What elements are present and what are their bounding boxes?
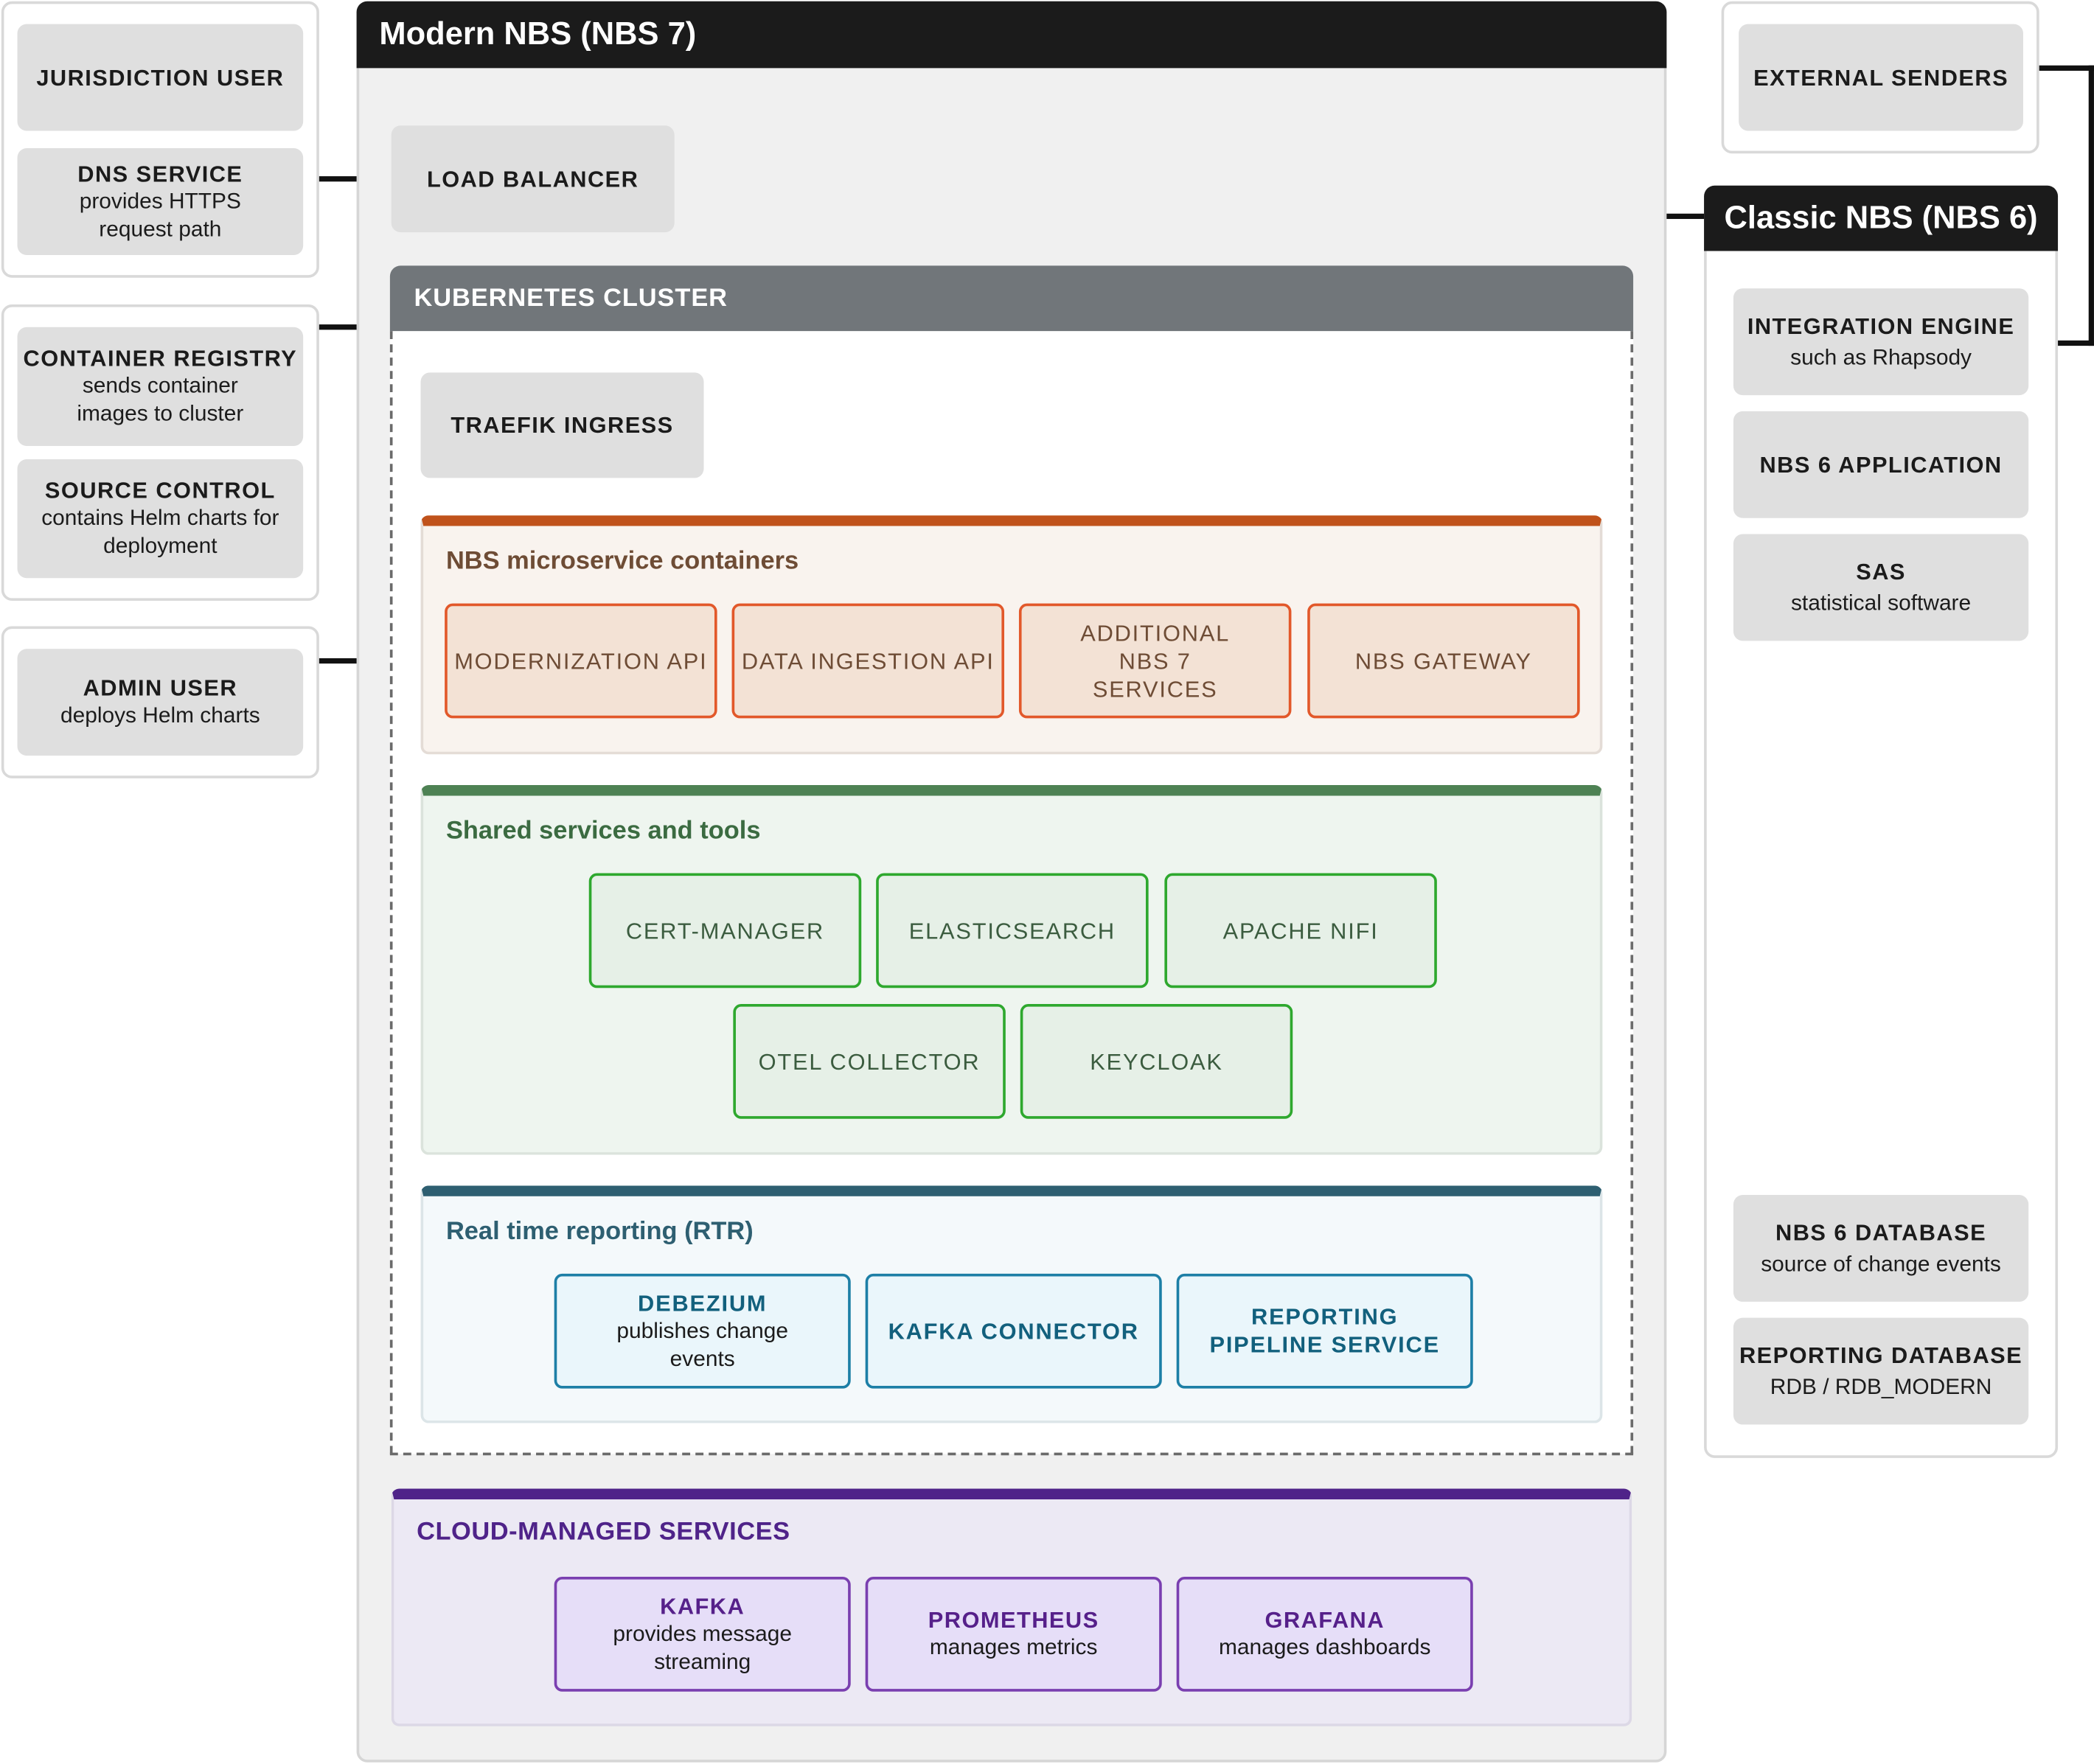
connector-senders-v <box>2088 65 2094 346</box>
prometheus-title: PROMETHEUS <box>928 1607 1099 1634</box>
nbs-gateway-box: NBS GATEWAY <box>1307 603 1580 719</box>
integration-engine-title: INTEGRATION ENGINE <box>1747 313 2015 339</box>
cluster-border-right <box>1630 331 1634 1454</box>
prometheus-desc: manages metrics <box>929 1635 1098 1660</box>
shared-services-section: Shared services and tools CERT-MANAGER E… <box>420 784 1603 1155</box>
nbs-gateway-label: NBS GATEWAY <box>1354 648 1532 674</box>
cert-manager-label: CERT-MANAGER <box>625 918 825 944</box>
kafka-title: KAFKA <box>660 1593 745 1620</box>
sas-box: SAS statistical software <box>1733 534 2029 641</box>
source-control-box: SOURCE CONTROL contains Helm charts for … <box>17 459 304 579</box>
elasticsearch-label: ELASTICSEARCH <box>908 918 1116 944</box>
external-senders-label: EXTERNAL SENDERS <box>1753 64 2009 91</box>
jurisdiction-user-box: JURISDICTION USER <box>17 24 304 131</box>
reporting-database-title: REPORTING DATABASE <box>1739 1342 2023 1368</box>
modernization-api-box: MODERNIZATION API <box>445 603 717 719</box>
jurisdiction-user-label: JURISDICTION USER <box>36 64 285 91</box>
architecture-diagram: JURISDICTION USER DNS SERVICE provides H… <box>0 0 2094 1764</box>
cloud-services-section: CLOUD-MANAGED SERVICES KAFKA provides me… <box>391 1488 1632 1726</box>
grafana-desc: manages dashboards <box>1218 1635 1431 1660</box>
kafka-connector-label: KAFKA CONNECTOR <box>888 1318 1139 1344</box>
additional-services-label: ADDITIONAL NBS 7 SERVICES <box>1080 620 1231 702</box>
classic-nbs-header: Classic NBS (NBS 6) <box>1704 185 2059 251</box>
debezium-title: DEBEZIUM <box>638 1290 768 1316</box>
container-registry-desc: sends container images to cluster <box>77 374 244 426</box>
reporting-pipeline-label: REPORTING PIPELINE SERVICE <box>1209 1304 1440 1358</box>
sas-desc: statistical software <box>1790 590 1972 616</box>
apache-nifi-box: APACHE NIFI <box>1164 873 1437 989</box>
dns-service-title: DNS SERVICE <box>77 161 243 186</box>
sas-title: SAS <box>1856 558 1906 585</box>
admin-user-title: ADMIN USER <box>83 675 238 701</box>
connector-senders-h <box>2037 65 2094 71</box>
admin-user-box: ADMIN USER deploys Helm charts <box>17 649 304 756</box>
kafka-desc: provides message streaming <box>613 1621 792 1674</box>
connector-modern-classic <box>1665 213 1705 220</box>
apache-nifi-label: APACHE NIFI <box>1222 918 1379 944</box>
modern-nbs-header: Modern NBS (NBS 7) <box>356 1 1667 69</box>
source-control-desc: contains Helm charts for deployment <box>41 506 279 559</box>
container-registry-box: CONTAINER REGISTRY sends container image… <box>17 327 304 446</box>
nbs6-database-title: NBS 6 DATABASE <box>1775 1219 1987 1245</box>
load-balancer-box: LOAD BALANCER <box>391 125 675 233</box>
integration-engine-desc: such as Rhapsody <box>1790 345 1972 369</box>
data-ingestion-api-box: DATA INGESTION API <box>731 603 1005 719</box>
modernization-api-label: MODERNIZATION API <box>454 648 708 674</box>
nbs6-database-desc: source of change events <box>1761 1252 2001 1276</box>
debezium-desc: publishes change events <box>616 1318 789 1371</box>
cert-manager-box: CERT-MANAGER <box>588 873 862 989</box>
modern-nbs-title: Modern NBS (NBS 7) <box>379 15 697 52</box>
external-senders-box: EXTERNAL SENDERS <box>1739 24 2023 131</box>
integration-engine-box: INTEGRATION ENGINE such as Rhapsody <box>1733 288 2029 396</box>
prometheus-box: PROMETHEUS manages metrics <box>865 1577 1162 1692</box>
traefik-ingress-label: TRAEFIK INGRESS <box>451 412 674 439</box>
dns-service-desc: provides HTTPS request path <box>79 189 241 241</box>
debezium-box: DEBEZIUM publishes change events <box>554 1273 851 1389</box>
load-balancer-label: LOAD BALANCER <box>426 166 639 192</box>
rtr-title: Real time reporting (RTR) <box>445 1217 754 1246</box>
nbs6-application-label: NBS 6 APPLICATION <box>1759 452 2003 478</box>
admin-user-desc: deploys Helm charts <box>60 703 260 728</box>
data-ingestion-api-label: DATA INGESTION API <box>741 648 995 674</box>
otel-collector-box: OTEL COLLECTOR <box>733 1004 1006 1119</box>
classic-nbs-title: Classic NBS (NBS 6) <box>1724 199 2038 236</box>
keycloak-label: KEYCLOAK <box>1090 1048 1223 1075</box>
reporting-database-desc: RDB / RDB_MODERN <box>1770 1374 1992 1399</box>
kubernetes-cluster-header: KUBERNETES CLUSTER <box>389 265 1634 332</box>
elasticsearch-box: ELASTICSEARCH <box>876 873 1149 989</box>
dns-service-box: DNS SERVICE provides HTTPS request path <box>17 148 304 255</box>
cluster-border-bottom <box>389 1452 1634 1456</box>
additional-services-box: ADDITIONAL NBS 7 SERVICES <box>1018 603 1292 719</box>
microservices-section: NBS microservice containers MODERNIZATIO… <box>420 515 1603 755</box>
cluster-border-left <box>389 331 393 1454</box>
keycloak-box: KEYCLOAK <box>1020 1004 1293 1119</box>
grafana-title: GRAFANA <box>1265 1607 1385 1634</box>
shared-services-title: Shared services and tools <box>445 817 761 846</box>
kafka-connector-box: KAFKA CONNECTOR <box>865 1273 1162 1389</box>
kafka-box: KAFKA provides message streaming <box>554 1577 851 1692</box>
nbs6-database-box: NBS 6 DATABASE source of change events <box>1733 1195 2029 1302</box>
kubernetes-cluster-title: KUBERNETES CLUSTER <box>414 283 728 312</box>
source-control-title: SOURCE CONTROL <box>44 478 276 503</box>
grafana-box: GRAFANA manages dashboards <box>1176 1577 1473 1692</box>
reporting-pipeline-box: REPORTING PIPELINE SERVICE <box>1176 1273 1473 1389</box>
rtr-section: Real time reporting (RTR) DEBEZIUM publi… <box>420 1185 1603 1423</box>
microservices-title: NBS microservice containers <box>445 547 799 576</box>
nbs6-application-box: NBS 6 APPLICATION <box>1733 411 2029 518</box>
otel-collector-label: OTEL COLLECTOR <box>758 1048 981 1075</box>
traefik-ingress-box: TRAEFIK INGRESS <box>420 372 704 478</box>
container-registry-title: CONTAINER REGISTRY <box>23 346 298 372</box>
cloud-services-title: CLOUD-MANAGED SERVICES <box>417 1518 790 1547</box>
reporting-database-box: REPORTING DATABASE RDB / RDB_MODERN <box>1733 1317 2029 1425</box>
